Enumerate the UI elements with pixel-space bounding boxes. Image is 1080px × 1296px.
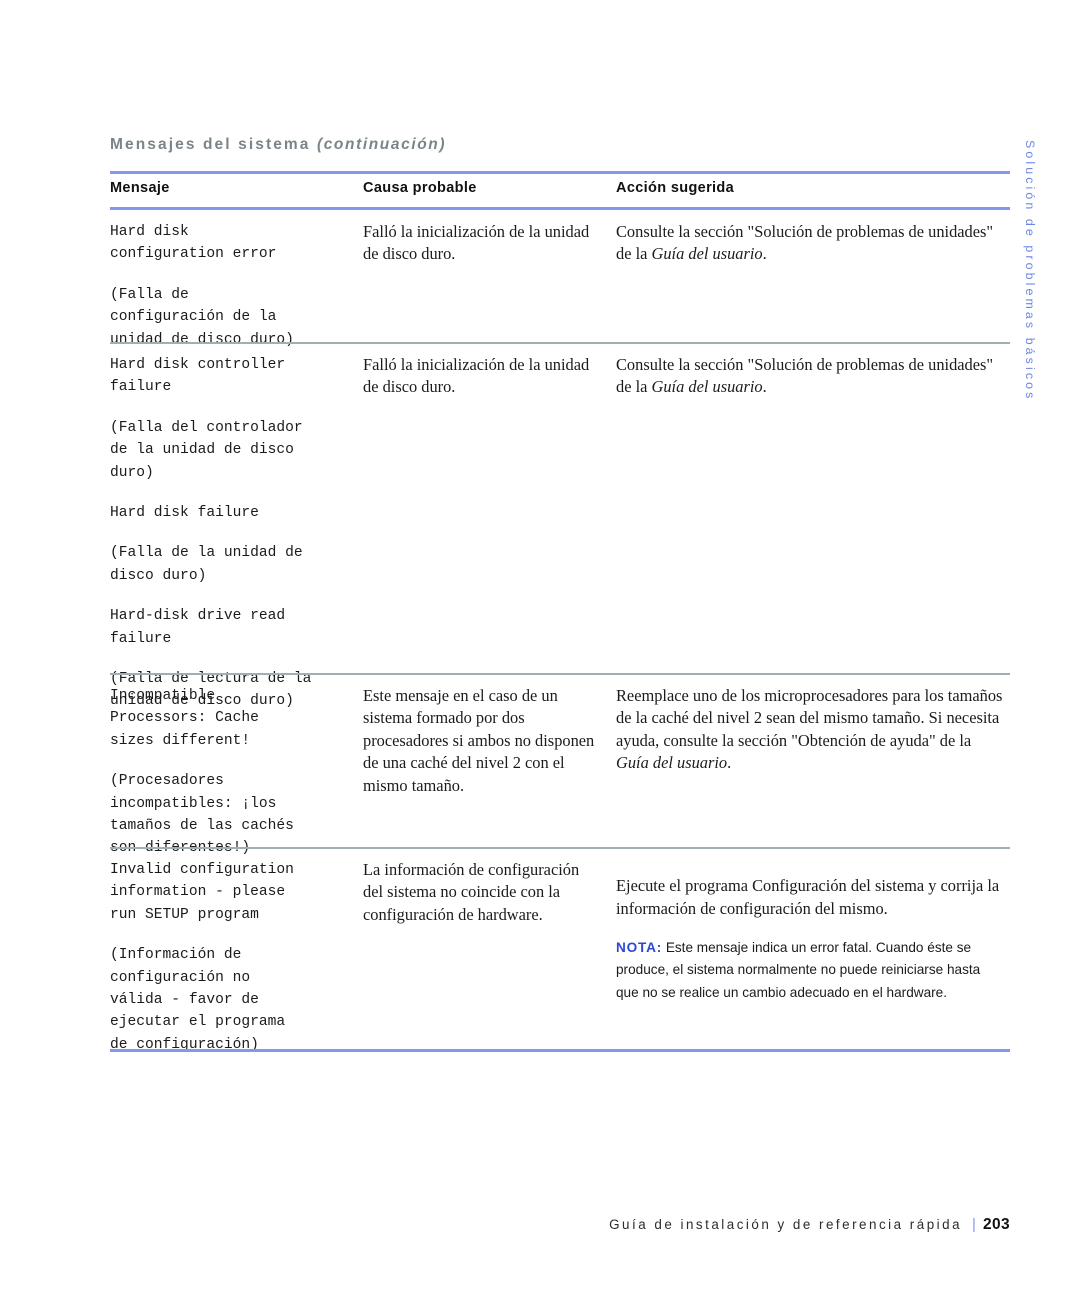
message-code-en: Hard disk configuration error [110, 224, 277, 263]
section-title-continued: (continuación) [316, 136, 447, 153]
footer-separator: | [972, 1216, 976, 1233]
cell-message: Invalid configuration information - plea… [110, 859, 363, 1056]
cell-cause: La información de configuración del sist… [363, 859, 616, 1056]
cell-action: Ejecute el programa Configuración del si… [616, 859, 1010, 1056]
action-text: Ejecute el programa Configuración del si… [616, 876, 1000, 918]
column-header-message: Mensaje [110, 180, 170, 196]
page-footer: Guía de instalación y de referencia rápi… [110, 1216, 1010, 1234]
cell-action: Consulte la sección "Solución de problem… [616, 354, 1010, 713]
column-header-action: Acción sugerida [616, 180, 735, 196]
action-text-italic: Guía del usuario [651, 244, 763, 264]
message-code-en: Incompatible Processors: Cache sizes dif… [110, 688, 259, 749]
action-text-italic: Guía del usuario [616, 753, 728, 773]
page-title: Mensajes del sistema (continuación) [110, 136, 810, 154]
cell-message: Hard disk controller failure (Falla del … [110, 354, 363, 713]
note-label: NOTA: [616, 939, 663, 955]
section-side-tab: Solución de problemas básicos [1018, 140, 1042, 470]
cause-text: Falló la inicialización de la unidad de … [363, 355, 590, 397]
system-messages-table: Mensaje Causa probable Acción sugerida [110, 174, 1010, 203]
cause-text: La información de configuración del sist… [363, 860, 580, 924]
footer-title: Guía de instalación y de referencia rápi… [609, 1217, 963, 1232]
table-row-3: Incompatible Processors: Cache sizes dif… [110, 676, 1010, 873]
action-text: Consulte la sección "Solución de problem… [616, 221, 1006, 266]
cell-cause: Falló la inicialización de la unidad de … [363, 354, 616, 713]
message-code-en: Invalid configuration information - plea… [110, 862, 294, 923]
action-text-italic: Guía del usuario [651, 377, 763, 397]
side-tab-label: Solución de problemas básicos [1023, 140, 1037, 402]
cell-action: Reemplace uno de los microprocesadores p… [616, 685, 1010, 860]
message-code-en: Hard disk controller failure [110, 357, 286, 396]
table-bottom-rule [110, 1049, 1010, 1052]
cell-cause: Este mensaje en el caso de un sistema fo… [363, 685, 616, 860]
message-code-es: (Falla del controlador de la unidad de d… [110, 419, 303, 481]
cause-text: Este mensaje en el caso de un sistema fo… [363, 686, 595, 795]
cause-text: Falló la inicialización de la unidad de … [363, 222, 590, 264]
cell-message: Hard disk configuration error (Falla de … [110, 221, 363, 351]
action-text: Reemplace uno de los microprocesadores p… [616, 685, 1006, 775]
document-page: Mensajes del sistema (continuación) Mens… [0, 0, 1080, 1296]
row-separator-3 [110, 847, 1010, 849]
message-code-es-2: (Falla de la unidad de disco duro) [110, 545, 303, 584]
table-header-row: Mensaje Causa probable Acción sugerida [110, 174, 1010, 203]
cell-cause: Falló la inicialización de la unidad de … [363, 221, 616, 351]
note-block: NOTA: Este mensaje indica un error fatal… [616, 937, 1006, 1005]
table-row: Hard disk controller failure (Falla del … [110, 345, 1010, 726]
table-row: Incompatible Processors: Cache sizes dif… [110, 676, 1010, 873]
row-separator-1 [110, 342, 1010, 344]
table-row: Invalid configuration information - plea… [110, 850, 1010, 1069]
message-code-en-3: Hard-disk drive read failure [110, 608, 286, 647]
cell-action: Consulte la sección "Solución de problem… [616, 221, 1010, 351]
message-code-es: (Información de configuración no válida … [110, 947, 286, 1053]
page-number: 203 [982, 1216, 1010, 1233]
action-text: Consulte la sección "Solución de problem… [616, 354, 1006, 399]
action-text-post: . [762, 377, 767, 397]
section-title-text: Mensajes del sistema [110, 136, 311, 153]
note-body: Este mensaje indica un error fatal. Cuan… [616, 939, 981, 1000]
message-code-es: (Falla de configuración de la unidad de … [110, 286, 294, 348]
table-row-4: Invalid configuration information - plea… [110, 850, 1010, 1069]
cell-message: Incompatible Processors: Cache sizes dif… [110, 685, 363, 860]
column-header-cause: Causa probable [363, 180, 477, 196]
action-text-pre: Reemplace uno de los microprocesadores p… [616, 686, 1003, 750]
message-code-en-2: Hard disk failure [110, 505, 259, 522]
header-bottom-rule [110, 207, 1010, 210]
row-separator-2 [110, 673, 1010, 675]
table-row-2: Hard disk controller failure (Falla del … [110, 345, 1010, 726]
action-text-post: . [762, 244, 767, 264]
action-text-post: . [727, 753, 732, 773]
